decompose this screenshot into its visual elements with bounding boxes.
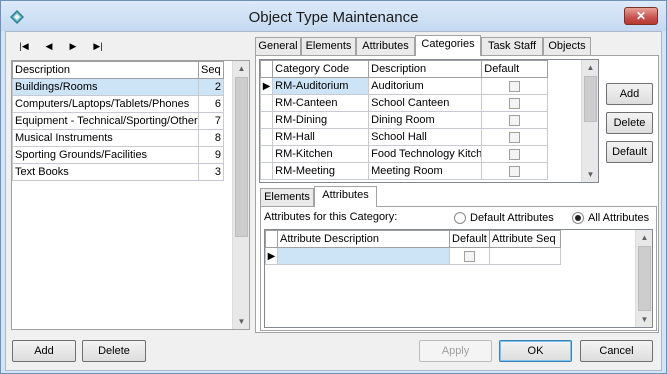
row-header-corner [260,60,274,78]
attributes-scrollbar[interactable]: ▲ ▼ [635,230,652,327]
categories-scrollbar[interactable]: ▲ ▼ [581,60,598,182]
table-row[interactable]: Sporting Grounds/Facilities 9 [12,146,224,164]
table-row[interactable]: RM-Meeting Meeting Room [260,162,548,180]
column-header-seq[interactable]: Seq [198,61,224,79]
client-area: |◀ ◀ ▶ ▶| Description Seq Buildings/Room… [5,31,662,371]
tab-attributes[interactable]: Attributes [356,37,415,55]
table-row[interactable]: ▶ [265,247,561,265]
attributes-sub-panel: Attributes for this Category: Default At… [260,206,657,331]
category-add-button[interactable]: Add [606,83,653,105]
column-header-description[interactable]: Description [368,60,483,78]
table-row[interactable]: RM-Dining Dining Room [260,111,548,129]
column-header-default[interactable]: Default [449,230,490,248]
attribute-description-cell[interactable] [277,247,450,265]
scroll-up-icon[interactable]: ▲ [582,60,598,75]
object-types-grid: Description Seq Buildings/Rooms 2 Compute… [11,60,250,330]
row-pointer-icon: ▶ [265,247,278,265]
window-title: Object Type Maintenance [248,9,419,26]
categories-tab-panel: Category Code Description Default ▶ RM-A… [255,55,659,333]
categories-table: Category Code Description Default ▶ RM-A… [260,60,548,180]
window: Object Type Maintenance ✕ |◀ ◀ ▶ ▶| Desc… [0,0,667,374]
column-header-default[interactable]: Default [481,60,548,78]
table-row[interactable]: Computers/Laptops/Tablets/Phones 6 [12,95,224,113]
default-checkbox[interactable] [509,165,521,177]
attributes-for-category-label: Attributes for this Category: [264,211,398,223]
tab-objects[interactable]: Objects [543,37,591,55]
main-tab-strip: General Elements Attributes Categories T… [255,35,595,56]
previous-record-icon[interactable]: ◀ [41,39,57,53]
scroll-thumb[interactable] [584,76,597,122]
object-types-table: Description Seq Buildings/Rooms 2 Compute… [12,61,224,181]
column-header-attribute-description[interactable]: Attribute Description [277,230,450,248]
first-record-icon[interactable]: |◀ [16,39,32,53]
attribute-seq-cell[interactable] [489,247,561,265]
table-row[interactable]: ▶ RM-Auditorium Auditorium [260,77,548,95]
attributes-grid: Attribute Description Default Attribute … [264,229,653,328]
last-record-icon[interactable]: ▶| [90,39,106,53]
all-attributes-radio[interactable] [572,212,584,224]
cancel-button[interactable]: Cancel [580,340,653,362]
tab-task-staff[interactable]: Task Staff [481,37,543,55]
table-row[interactable]: Equipment - Technical/Sporting/Other 7 [12,112,224,130]
scroll-up-icon[interactable]: ▲ [233,61,249,76]
tab-elements[interactable]: Elements [301,37,356,55]
add-button[interactable]: Add [12,340,76,362]
column-header-category-code[interactable]: Category Code [272,60,370,78]
scroll-down-icon[interactable]: ▼ [233,314,249,329]
table-row[interactable]: RM-Canteen School Canteen [260,94,548,112]
default-checkbox[interactable] [509,131,521,143]
apply-button[interactable]: Apply [419,340,492,362]
subtab-elements[interactable]: Elements [260,188,314,206]
default-checkbox[interactable] [509,80,521,92]
category-default-button[interactable]: Default [606,141,653,163]
scroll-up-icon[interactable]: ▲ [636,230,652,245]
scroll-down-icon[interactable]: ▼ [636,312,652,327]
scroll-thumb[interactable] [235,77,248,237]
tab-general[interactable]: General [255,37,301,55]
ok-button[interactable]: OK [499,340,572,362]
column-header-attribute-seq[interactable]: Attribute Seq [489,230,561,248]
attributes-table: Attribute Description Default Attribute … [265,230,561,265]
table-row[interactable]: RM-Kitchen Food Technology Kitche [260,145,548,163]
title-bar: Object Type Maintenance ✕ [1,1,666,31]
all-attributes-label: All Attributes [588,212,650,224]
category-delete-button[interactable]: Delete [606,112,653,134]
table-row[interactable]: Musical Instruments 8 [12,129,224,147]
table-row[interactable]: Text Books 3 [12,163,224,181]
tab-categories[interactable]: Categories [415,35,481,56]
row-pointer-icon: ▶ [260,77,274,95]
default-checkbox[interactable] [509,114,521,126]
close-button[interactable]: ✕ [624,7,658,25]
categories-grid: Category Code Description Default ▶ RM-A… [259,59,599,183]
default-checkbox[interactable] [509,97,521,109]
default-attributes-radio[interactable] [454,212,466,224]
default-attributes-label: Default Attributes [470,212,554,224]
sub-tab-strip: Elements Attributes [260,186,400,207]
row-header-corner [265,230,278,248]
default-checkbox[interactable] [464,250,475,262]
table-row[interactable]: Buildings/Rooms 2 [12,78,224,96]
subtab-attributes[interactable]: Attributes [314,186,377,207]
next-record-icon[interactable]: ▶ [65,39,81,53]
column-header-description[interactable]: Description [12,61,199,79]
scroll-thumb[interactable] [638,246,651,311]
table-row[interactable]: RM-Hall School Hall [260,128,548,146]
delete-button[interactable]: Delete [82,340,146,362]
default-checkbox[interactable] [509,148,521,160]
scroll-down-icon[interactable]: ▼ [582,167,598,182]
object-types-scrollbar[interactable]: ▲ ▼ [232,61,249,329]
